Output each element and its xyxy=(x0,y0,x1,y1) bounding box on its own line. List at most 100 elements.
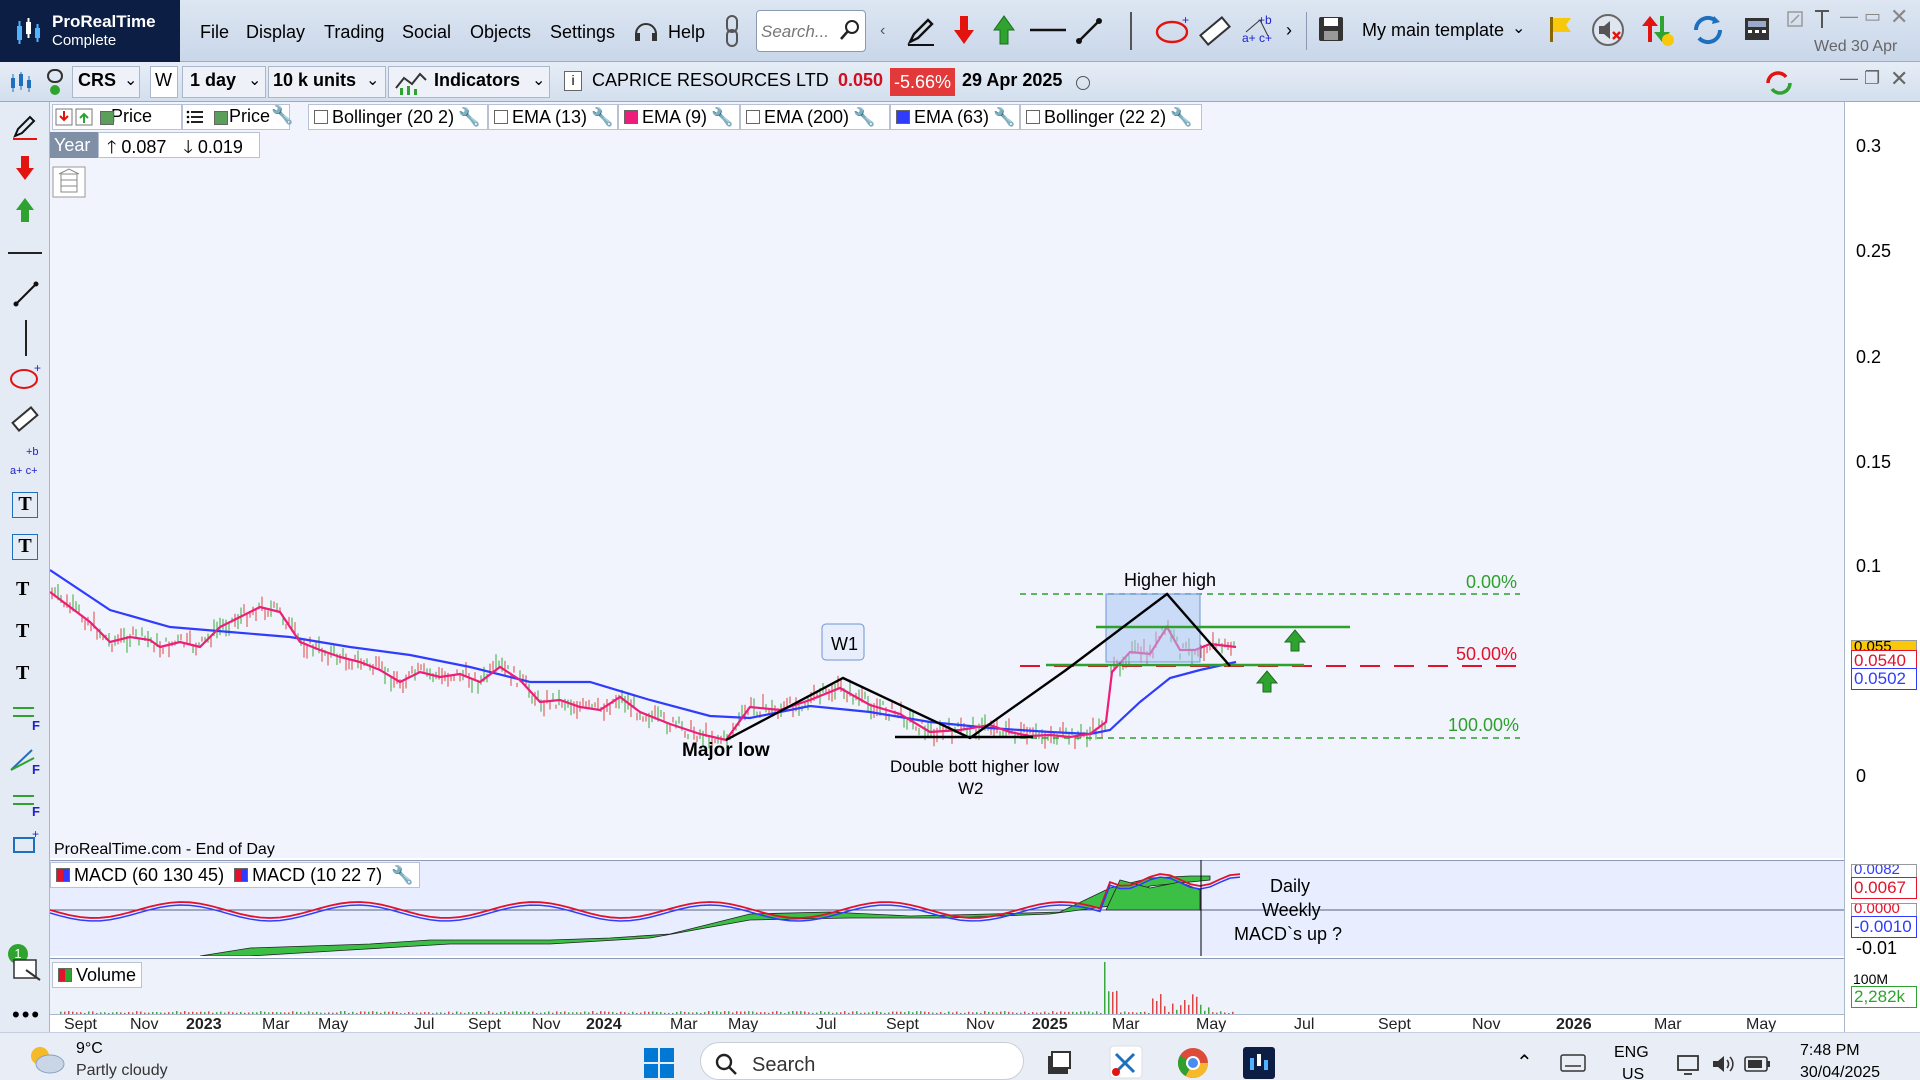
chart-minimize-icon[interactable]: — xyxy=(1840,68,1858,89)
volume-speaker-icon[interactable] xyxy=(1710,1052,1736,1076)
link-chain-icon[interactable] xyxy=(44,68,66,98)
legend-ema-63-settings-icon[interactable]: 🔧 xyxy=(993,107,1015,127)
legend-ema-200[interactable]: EMA (200) 🔧 xyxy=(740,104,890,130)
price-chart-plot[interactable] xyxy=(50,102,1844,858)
macd-legend[interactable]: MACD (60 130 45) MACD (10 22 7) 🔧 xyxy=(50,862,420,888)
text-box-tool-icon[interactable]: T xyxy=(12,492,38,518)
keyboard-icon[interactable] xyxy=(1560,1054,1586,1072)
ruler-icon[interactable] xyxy=(1198,14,1232,48)
language-indicator[interactable]: ENG xyxy=(1614,1044,1649,1062)
alerts-arrows-icon[interactable] xyxy=(1638,12,1676,48)
template-dropdown-chevron-icon[interactable]: ⌄ xyxy=(1512,18,1525,38)
building-icon[interactable] xyxy=(52,166,86,198)
pencil-tool-icon[interactable] xyxy=(10,112,40,142)
refresh-icon[interactable] xyxy=(1762,68,1796,98)
trendline-tool-icon[interactable] xyxy=(12,280,40,308)
chart-type-candles-icon[interactable] xyxy=(8,70,34,96)
menu-trading[interactable]: Trading xyxy=(324,22,384,43)
menu-display[interactable]: Display xyxy=(246,22,305,43)
rectangle-tool-icon[interactable]: + xyxy=(10,828,44,858)
horizontal-line-tool-icon[interactable] xyxy=(8,252,42,254)
template-selector[interactable]: My main template xyxy=(1362,20,1504,41)
abc-points-icon[interactable]: +ba+ c+ xyxy=(1240,12,1276,48)
restore-window-icon[interactable]: ▭ xyxy=(1864,6,1881,27)
ellipse-side-tool-icon[interactable]: + xyxy=(8,362,44,392)
legend-bollinger-20-settings-icon[interactable]: 🔧 xyxy=(458,107,480,127)
menu-settings[interactable]: Settings xyxy=(550,22,615,43)
instrument-info-icon[interactable]: i xyxy=(564,71,582,91)
calculator-icon[interactable] xyxy=(1742,14,1772,44)
fibonacci-retracement-icon[interactable]: F xyxy=(10,702,44,732)
up-arrow-2-icon[interactable] xyxy=(1255,670,1279,693)
sell-arrow-tool-icon[interactable] xyxy=(14,154,36,182)
menu-objects[interactable]: Objects xyxy=(470,22,531,43)
toolbar-scroll-right-icon[interactable]: › xyxy=(1286,20,1292,41)
language-region[interactable]: US xyxy=(1622,1066,1644,1080)
ruler-side-tool-icon[interactable] xyxy=(10,404,40,434)
weather-description[interactable]: Partly cloudy xyxy=(76,1062,168,1080)
legend-download-icon[interactable] xyxy=(55,108,73,126)
menu-help[interactable]: Help xyxy=(668,22,705,43)
flag-icon[interactable] xyxy=(1546,14,1574,44)
weather-partly-cloudy-icon[interactable] xyxy=(26,1042,66,1076)
sound-mute-icon[interactable] xyxy=(1590,12,1626,48)
headset-icon[interactable] xyxy=(632,18,660,46)
menu-file[interactable]: File xyxy=(200,22,229,43)
buy-arrow-tool-icon[interactable] xyxy=(14,196,36,224)
fibonacci-fan-icon[interactable]: F xyxy=(8,744,44,776)
text-tool-3-icon[interactable]: T xyxy=(16,662,29,685)
legend-bollinger-22-settings-icon[interactable]: 🔧 xyxy=(1170,107,1192,127)
weather-temperature[interactable]: 9°C xyxy=(76,1040,103,1058)
snipping-tool-icon[interactable] xyxy=(1108,1044,1144,1080)
pin-icon[interactable] xyxy=(1812,8,1832,30)
legend-ema-9[interactable]: EMA (9) 🔧 xyxy=(618,104,740,130)
legend-price-main[interactable]: Price xyxy=(52,104,182,130)
detach-window-icon[interactable] xyxy=(1786,10,1804,28)
system-tray-chevron-icon[interactable]: ⌃ xyxy=(1516,1050,1533,1075)
close-window-icon[interactable]: ✕ xyxy=(1890,4,1908,30)
chart-restore-icon[interactable]: ❐ xyxy=(1864,68,1880,89)
search-icon[interactable] xyxy=(838,18,862,42)
chart-close-icon[interactable]: ✕ xyxy=(1890,66,1908,92)
legend-list-icon[interactable] xyxy=(186,109,204,125)
ellipse-tool-icon[interactable]: + xyxy=(1152,14,1192,48)
legend-bollinger-22[interactable]: Bollinger (22 2) 🔧 xyxy=(1020,104,1202,130)
prorealtime-taskbar-icon[interactable] xyxy=(1242,1046,1276,1080)
pencil-draw-icon[interactable] xyxy=(904,14,938,48)
toolbar-scroll-left-icon[interactable]: ‹ xyxy=(880,22,885,40)
legend-upload-icon[interactable] xyxy=(75,108,93,126)
text-frame-tool-icon[interactable]: T xyxy=(12,534,38,560)
minimize-window-icon[interactable]: — xyxy=(1840,6,1858,27)
more-tools-icon[interactable]: ••• xyxy=(12,1002,41,1028)
network-icon[interactable] xyxy=(1676,1052,1702,1076)
vertical-line-tool-icon[interactable] xyxy=(1130,12,1132,50)
abc-side-tool-icon[interactable]: +b a+ c+ xyxy=(8,444,44,478)
sync-icon[interactable] xyxy=(1690,12,1726,48)
text-tool-icon[interactable]: T xyxy=(16,578,29,601)
legend-bollinger-20[interactable]: Bollinger (20 2) 🔧 xyxy=(308,104,488,130)
windows-start-icon[interactable] xyxy=(642,1046,676,1080)
vertical-line-side-tool-icon[interactable] xyxy=(25,320,27,356)
legend-ema-9-settings-icon[interactable]: 🔧 xyxy=(711,107,733,127)
trendline-icon[interactable] xyxy=(1074,16,1104,46)
save-template-icon[interactable] xyxy=(1316,14,1346,44)
task-view-icon[interactable] xyxy=(1044,1048,1074,1078)
legend-ema-200-settings-icon[interactable]: 🔧 xyxy=(853,107,875,127)
legend-ema-13-settings-icon[interactable]: 🔧 xyxy=(591,107,613,127)
fibonacci-time-icon[interactable]: F xyxy=(10,788,44,818)
taskbar-date[interactable]: 30/04/2025 xyxy=(1800,1064,1880,1080)
legend-ema-13[interactable]: EMA (13) 🔧 xyxy=(488,104,618,130)
battery-icon[interactable] xyxy=(1744,1054,1772,1074)
legend-price-2[interactable]: Price 🔧 xyxy=(182,104,293,130)
text-tool-2-icon[interactable]: T xyxy=(16,620,29,643)
volume-plot[interactable] xyxy=(50,958,1844,1014)
legend-ema-63[interactable]: EMA (63) 🔧 xyxy=(890,104,1020,130)
screenshot-tool-icon[interactable] xyxy=(12,954,44,984)
horizontal-line-icon[interactable] xyxy=(1028,20,1068,40)
chrome-browser-icon[interactable] xyxy=(1176,1046,1210,1080)
sell-arrow-icon[interactable] xyxy=(952,14,976,46)
taskbar-time[interactable]: 7:48 PM xyxy=(1800,1042,1860,1060)
menu-social[interactable]: Social xyxy=(402,22,451,43)
up-arrow-1-icon[interactable] xyxy=(1283,629,1307,652)
volume-legend[interactable]: Volume xyxy=(52,962,142,988)
